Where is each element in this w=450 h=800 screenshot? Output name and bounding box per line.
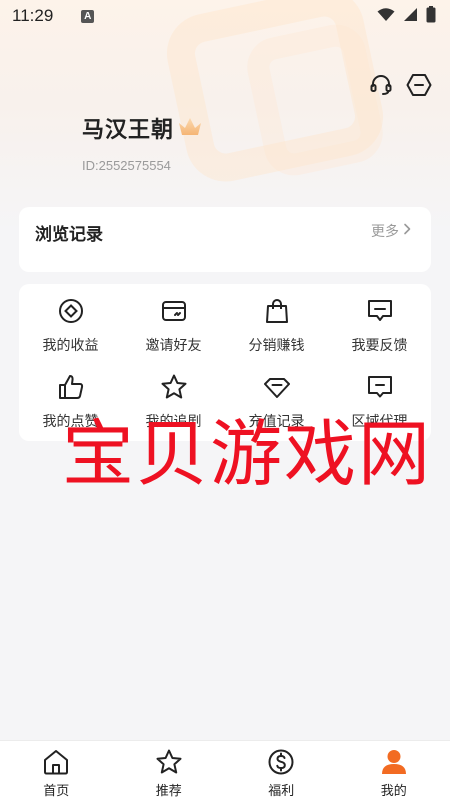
grid-label: 我要反馈 [351, 338, 408, 354]
feedback-icon [365, 296, 395, 326]
signal-icon [403, 7, 418, 26]
card-icon [159, 296, 189, 326]
nav-label: 福利 [268, 784, 295, 799]
header-background [0, 0, 450, 230]
bottom-nav: 首页 推荐 福利 我的 [0, 740, 450, 800]
message-box-icon [365, 372, 395, 402]
nav-label: 我的 [380, 784, 407, 799]
coin-icon [56, 296, 86, 326]
status-time: 11:29 [12, 6, 54, 25]
grid-label: 邀请好友 [145, 338, 202, 354]
nav-label: 首页 [43, 784, 70, 799]
star-icon [154, 747, 184, 777]
grid-label: 我的收益 [42, 338, 99, 354]
watermark-text: 宝贝游戏网 [62, 412, 433, 496]
chevron-right-icon [403, 223, 411, 239]
home-icon [41, 747, 71, 777]
settings-hexagon-icon[interactable] [406, 72, 432, 98]
grid-item-invite[interactable]: 邀请好友 [122, 296, 225, 368]
customer-service-icon[interactable] [368, 72, 394, 98]
star-icon [159, 372, 189, 402]
grid-item-feedback[interactable]: 我要反馈 [328, 296, 431, 368]
profile-name-row: 马汉王朝 [82, 112, 204, 144]
more-link[interactable]: 更多 [371, 221, 411, 241]
profile-section: 马汉王朝 ID:2552575554 [82, 112, 204, 173]
grid-item-distribution[interactable]: 分销赚钱 [225, 296, 328, 368]
person-icon [379, 747, 409, 777]
nav-item-welfare[interactable]: 福利 [225, 741, 338, 800]
header-actions [368, 72, 432, 98]
status-bar: 11:29 A [0, 0, 450, 32]
grid-label: 分销赚钱 [248, 338, 305, 354]
profile-id: ID:2552575554 [82, 158, 171, 173]
shopping-bag-icon [262, 296, 292, 326]
grid-item-earnings[interactable]: 我的收益 [19, 296, 122, 368]
wifi-icon [377, 7, 395, 26]
nav-item-mine[interactable]: 我的 [338, 741, 450, 800]
more-label: 更多 [371, 224, 399, 240]
crown-icon [176, 115, 204, 143]
nav-label: 推荐 [155, 784, 182, 799]
dollar-icon [266, 747, 296, 777]
nav-item-recommend[interactable]: 推荐 [113, 741, 226, 800]
profile-name: 马汉王朝 [82, 118, 175, 143]
battery-icon [426, 5, 436, 27]
status-indicators [377, 5, 436, 27]
thumbs-up-icon [56, 372, 86, 402]
browsing-history-title: 浏览记录 [35, 225, 103, 245]
nav-item-home[interactable]: 首页 [0, 741, 113, 800]
notification-a-icon: A [81, 9, 95, 23]
diamond-icon [262, 372, 292, 402]
browsing-history-card: 浏览记录 更多 [19, 207, 431, 272]
